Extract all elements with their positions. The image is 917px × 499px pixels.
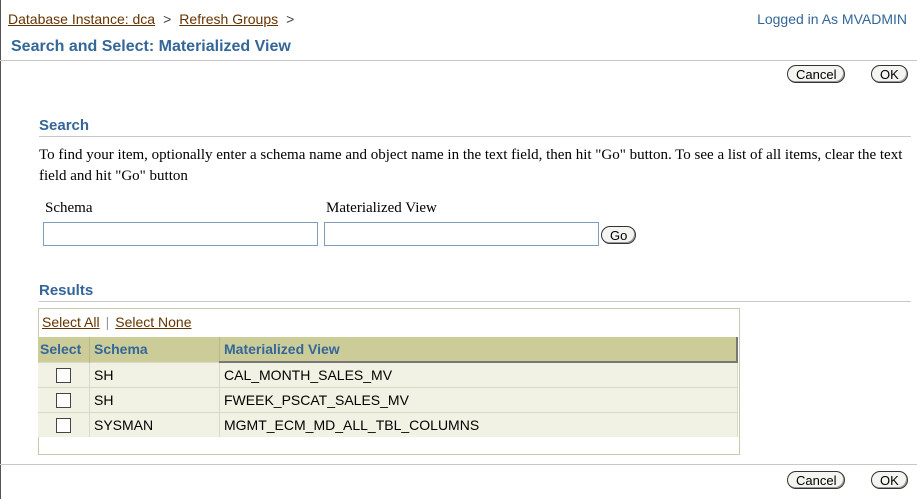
search-heading-rule <box>39 136 911 137</box>
table-row: SYSMAN MGMT_ECM_MD_ALL_TBL_COLUMNS <box>38 412 738 437</box>
ok-button-top[interactable]: OK <box>871 65 908 83</box>
results-table: Select Schema Materialized View SH CAL_M… <box>38 337 738 437</box>
materialized-view-label: Materialized View <box>326 200 437 216</box>
breadcrumb-refresh-groups[interactable]: Refresh Groups <box>179 11 278 27</box>
materialized-view-cell: MGMT_ECM_MD_ALL_TBL_COLUMNS <box>219 412 738 437</box>
results-heading-rule <box>39 301 911 302</box>
materialized-view-cell: CAL_MONTH_SALES_MV <box>219 361 738 388</box>
select-cell <box>38 412 90 437</box>
select-none-link[interactable]: Select None <box>115 314 191 330</box>
schema-cell: SYSMAN <box>89 412 220 437</box>
schema-input[interactable] <box>43 222 318 246</box>
schema-label: Schema <box>45 200 93 216</box>
title-divider <box>0 60 917 61</box>
footer-divider <box>0 464 917 465</box>
breadcrumb-separator: > <box>286 11 295 27</box>
row-checkbox[interactable] <box>56 393 71 409</box>
link-divider: | <box>105 314 110 330</box>
breadcrumb: Database Instance: dca > Refresh Groups > <box>8 11 302 27</box>
page-title: Search and Select: Materialized View <box>11 38 291 55</box>
table-row: SH FWEEK_PSCAT_SALES_MV <box>38 387 738 413</box>
breadcrumb-database-instance[interactable]: Database Instance: dca <box>8 11 155 27</box>
materialized-view-input[interactable] <box>324 222 599 246</box>
column-header-select: Select <box>38 337 90 362</box>
schema-cell: SH <box>89 387 220 413</box>
search-heading: Search <box>39 117 90 134</box>
ok-button-bottom[interactable]: OK <box>871 471 908 489</box>
column-header-schema[interactable]: Schema <box>89 337 220 362</box>
row-checkbox[interactable] <box>56 368 71 384</box>
cancel-button-bottom[interactable]: Cancel <box>787 471 846 489</box>
column-header-materialized-view[interactable]: Materialized View <box>219 337 738 363</box>
select-all-link[interactable]: Select All <box>42 314 100 330</box>
materialized-view-cell: FWEEK_PSCAT_SALES_MV <box>219 387 738 413</box>
breadcrumb-separator: > <box>163 11 172 27</box>
select-cell <box>38 387 90 413</box>
cancel-button-top[interactable]: Cancel <box>787 65 846 83</box>
select-cell <box>38 361 90 388</box>
search-help-text: To find your item, optionally enter a sc… <box>39 147 903 184</box>
table-row: SH CAL_MONTH_SALES_MV <box>38 361 738 388</box>
row-checkbox[interactable] <box>56 418 71 434</box>
selection-links: Select All | Select None <box>42 314 192 330</box>
window-left-border <box>0 0 1 499</box>
schema-cell: SH <box>89 361 220 388</box>
login-status: Logged in As MVADMIN <box>757 11 907 27</box>
results-header-row: Select Schema Materialized View <box>38 337 738 363</box>
results-heading: Results <box>39 282 94 299</box>
go-button[interactable]: Go <box>601 226 637 244</box>
